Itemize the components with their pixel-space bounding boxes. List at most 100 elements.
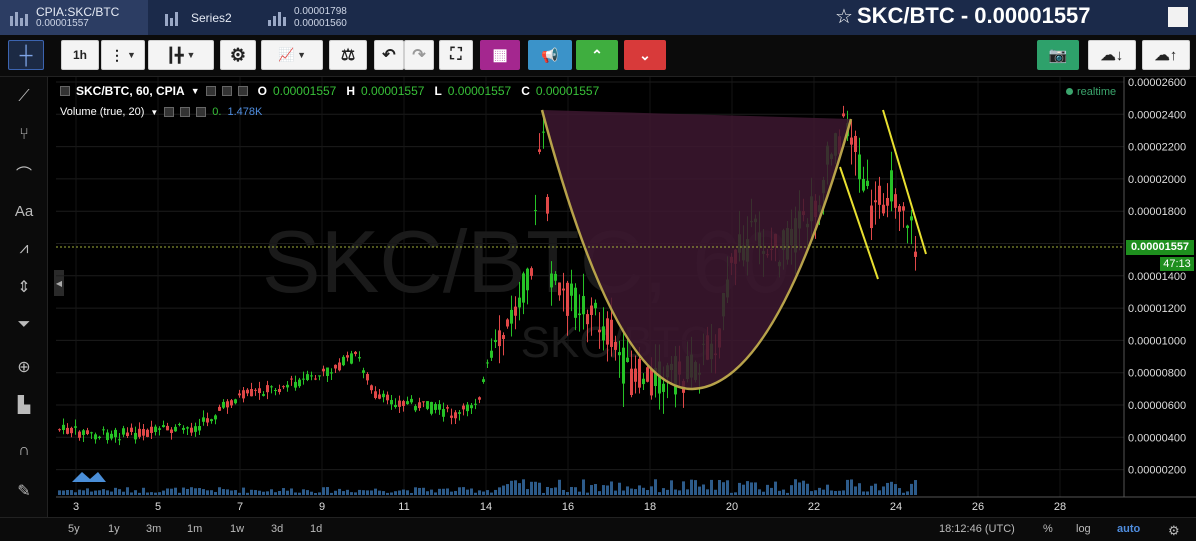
chevron-down-icon[interactable]: ▼: [191, 86, 200, 96]
candle-body: [470, 405, 473, 409]
announce-button[interactable]: 📢: [528, 40, 572, 70]
volume-bar: [402, 489, 405, 495]
redo-button[interactable]: ↷: [404, 40, 434, 70]
symbol-tab-skc-btc[interactable]: CPIA:SKC/BTC 0.00001557: [0, 0, 148, 35]
scroll-up-button[interactable]: ⌃: [576, 40, 618, 70]
interval-menu-button[interactable]: ⋮ ▼: [101, 40, 145, 70]
volume-bar: [118, 489, 121, 495]
candle-body: [202, 417, 205, 422]
filter-tool[interactable]: ⏷: [9, 311, 39, 339]
volume-bar: [570, 486, 573, 495]
pitchfork-tool[interactable]: ⑂: [9, 121, 39, 149]
indicators-button[interactable]: 📈 ▼: [261, 40, 323, 70]
volume-bar: [906, 491, 909, 495]
trend-line-tool[interactable]: ⟋: [9, 83, 39, 111]
volume-bar: [786, 492, 789, 495]
volume-bar: [874, 483, 877, 495]
star-icon[interactable]: ☆: [835, 6, 853, 28]
undo-button[interactable]: ↶: [374, 40, 404, 70]
volume-eye-icon[interactable]: [164, 107, 175, 117]
ruler-tool[interactable]: ▙: [9, 391, 39, 419]
pencil-tool[interactable]: ✎: [9, 477, 39, 505]
title-separator: -: [960, 3, 969, 28]
volume-bar: [662, 488, 665, 495]
volume-bar: [338, 488, 341, 495]
volume-bar: [742, 484, 745, 495]
volume-prefix: 0.: [212, 106, 222, 118]
candle-body: [554, 273, 557, 281]
volume-bar: [210, 490, 213, 495]
candle-body: [238, 393, 241, 396]
measure-tool[interactable]: ⇕: [9, 273, 39, 301]
volume-bar: [146, 492, 149, 495]
pattern-tool[interactable]: ⩘: [9, 235, 39, 263]
price-chart[interactable]: SKC/BTC, 60 SKC/BTC 0.000026000.00002400…: [56, 77, 1196, 517]
range-1m[interactable]: 1m: [187, 523, 202, 535]
range-5y[interactable]: 5y: [68, 523, 80, 535]
range-1w[interactable]: 1w: [230, 523, 244, 535]
fullscreen-button[interactable]: ⛶: [439, 40, 473, 70]
symbol-tab-compare[interactable]: 0.00001798 0.00001560: [258, 0, 368, 35]
log-toggle[interactable]: log: [1076, 523, 1091, 535]
interval-button[interactable]: 1h: [61, 40, 99, 70]
legend-symbol[interactable]: SKC/BTC, 60, CPIA: [76, 84, 185, 98]
candle-body: [422, 401, 425, 403]
volume-bar: [126, 487, 129, 495]
cloud-download-button[interactable]: ☁↓: [1088, 40, 1136, 70]
range-1d[interactable]: 1d: [310, 523, 322, 535]
volume-label[interactable]: Volume (true, 20): [60, 106, 144, 118]
candle-body: [78, 431, 81, 438]
gear-icon[interactable]: ⚙: [1168, 523, 1180, 539]
volume-bar: [386, 492, 389, 495]
cloud-upload-button[interactable]: ☁↑: [1142, 40, 1190, 70]
candle-body: [218, 406, 221, 411]
volume-settings-icon[interactable]: [180, 107, 191, 117]
magnet-tool[interactable]: ∩: [9, 437, 39, 465]
brush-tool[interactable]: ⌒: [9, 159, 39, 187]
collapse-legend-icon[interactable]: [60, 86, 70, 96]
volume-close-icon[interactable]: [196, 107, 207, 117]
bars-icon: [268, 10, 286, 26]
candle-body: [402, 401, 405, 406]
chart-style-button[interactable]: ┃╋ ▼: [148, 40, 214, 70]
utc-clock[interactable]: 18:12:46 (UTC): [939, 523, 1015, 535]
volume-bar: [482, 491, 485, 495]
volume-bar: [238, 492, 241, 495]
legend-close-icon[interactable]: [237, 86, 248, 96]
volume-bar: [730, 492, 733, 495]
volume-bar: [582, 479, 585, 495]
candle-body: [314, 378, 317, 380]
symbol-tab-series2[interactable]: Series2: [155, 0, 255, 35]
auto-toggle[interactable]: auto: [1117, 523, 1140, 535]
volume-bar: [722, 482, 725, 495]
volume-bar: [426, 491, 429, 495]
compare-button[interactable]: ⚖: [329, 40, 367, 70]
zoom-tool[interactable]: ⊕: [9, 353, 39, 381]
time-tick-label: 24: [890, 501, 902, 513]
snapshot-button[interactable]: 📷: [1037, 40, 1079, 70]
chevron-down-circle-icon: ⌄: [639, 46, 651, 63]
legend-eye-icon[interactable]: [205, 86, 216, 96]
volume-bar: [646, 490, 649, 495]
chevron-down-icon[interactable]: ▼: [150, 108, 158, 117]
legend-settings-icon[interactable]: [221, 86, 232, 96]
range-3d[interactable]: 3d: [271, 523, 283, 535]
range-1y[interactable]: 1y: [108, 523, 120, 535]
range-3m[interactable]: 3m: [146, 523, 161, 535]
candle-body: [574, 287, 577, 318]
candle-body: [550, 273, 553, 288]
volume-bar: [234, 490, 237, 495]
volume-bar: [606, 485, 609, 495]
window-control[interactable]: [1168, 7, 1188, 27]
fullscreen-icon: ⛶: [450, 46, 462, 63]
crosshair-tool-button[interactable]: ┼: [8, 40, 44, 70]
percent-toggle[interactable]: %: [1043, 523, 1053, 535]
settings-button[interactable]: ⚙: [220, 40, 256, 70]
volume-bar: [310, 491, 313, 495]
scroll-down-button[interactable]: ⌄: [624, 40, 666, 70]
text-tool[interactable]: Aa: [9, 197, 39, 225]
volume-bar: [910, 483, 913, 495]
volume-bar: [442, 488, 445, 495]
volume-bar: [326, 487, 329, 495]
cube-button[interactable]: ▦: [480, 40, 520, 70]
